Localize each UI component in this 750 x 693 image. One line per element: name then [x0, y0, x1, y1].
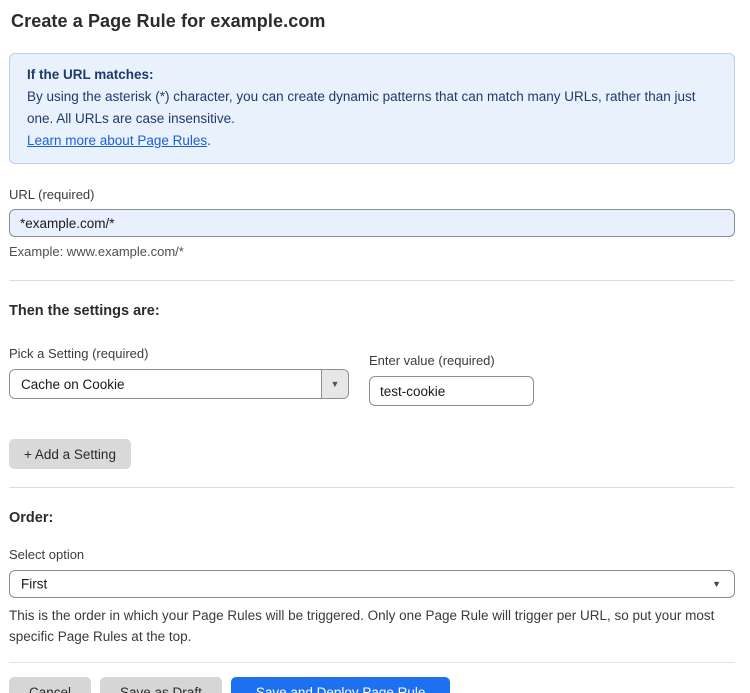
setting-select[interactable]: Cache on Cookie ▼ [9, 369, 349, 399]
settings-section-heading: Then the settings are: [9, 303, 160, 319]
settings-row: Pick a Setting (required) Cache on Cooki… [9, 319, 735, 406]
info-box-body: By using the asterisk (*) character, you… [27, 89, 696, 126]
footer-actions: Cancel Save as Draft Save and Deploy Pag… [9, 677, 735, 693]
divider [9, 487, 735, 488]
order-select-value: First [21, 576, 48, 592]
divider [9, 662, 735, 663]
setting-select-column: Pick a Setting (required) Cache on Cooki… [9, 319, 349, 399]
order-section-heading: Order: [9, 510, 54, 526]
url-example-hint: Example: www.example.com/* [9, 244, 184, 259]
cancel-button[interactable]: Cancel [9, 677, 92, 693]
url-input[interactable] [9, 209, 735, 237]
setting-select-value: Cache on Cookie [10, 370, 321, 398]
save-as-draft-button[interactable]: Save as Draft [100, 677, 222, 693]
url-field-label: URL (required) [9, 187, 95, 202]
setting-value-input[interactable] [369, 376, 534, 406]
page-title: Create a Page Rule for example.com [11, 11, 326, 31]
save-and-deploy-button[interactable]: Save and Deploy Page Rule [230, 677, 451, 693]
chevron-down-icon: ▼ [330, 379, 340, 389]
add-setting-button[interactable]: + Add a Setting [9, 439, 131, 469]
chevron-down-icon: ▼ [712, 579, 721, 589]
setting-value-column: Enter value (required) [369, 326, 534, 406]
url-match-info-box: If the URL matches: By using the asteris… [9, 53, 735, 164]
info-box-heading: If the URL matches: [27, 67, 154, 82]
divider [9, 280, 735, 281]
setting-value-label: Enter value (required) [369, 353, 495, 368]
setting-select-label: Pick a Setting (required) [9, 346, 149, 361]
order-select[interactable]: First ▼ [9, 570, 735, 598]
order-help-text: This is the order in which your Page Rul… [9, 608, 715, 644]
link-suffix: . [207, 133, 211, 148]
setting-select-dropdown-button[interactable]: ▼ [321, 370, 348, 398]
create-page-rule-form: Create a Page Rule for example.com If th… [0, 0, 750, 693]
learn-more-link[interactable]: Learn more about Page Rules [27, 133, 207, 148]
order-select-label: Select option [9, 547, 85, 562]
info-box-link-line: Learn more about Page Rules. [27, 130, 717, 152]
